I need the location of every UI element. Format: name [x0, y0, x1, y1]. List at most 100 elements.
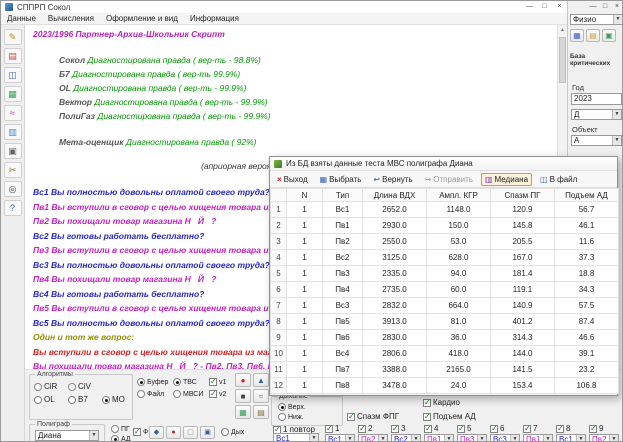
mode-radio-mvsi[interactable]: МВСИ — [173, 390, 203, 398]
cardio-checkbox[interactable]: Кардио — [423, 398, 460, 407]
data-window-titlebar[interactable]: Из БД взяты данные теста МВС полиграфа Д… — [270, 157, 617, 171]
sequence-checkbox[interactable]: 4 — [424, 424, 438, 433]
col-n[interactable]: N — [287, 189, 323, 202]
channel-radio-pg[interactable]: ПГ — [111, 425, 131, 433]
sidebar-tool-icon[interactable]: ▣ — [4, 143, 22, 159]
physio-select[interactable]: Физио▼ — [570, 14, 623, 25]
maximize-button[interactable]: □ — [537, 1, 552, 13]
menu-data[interactable]: Данные — [1, 14, 42, 23]
algo-radio-civ[interactable]: CiV — [68, 382, 102, 391]
table-row[interactable]: 3 1 Пв2 2550.0 53.0 205.5 11.6 — [271, 234, 619, 250]
breathing-radio-upper[interactable]: Верх. — [278, 403, 342, 411]
right-maximize-button[interactable]: □ — [599, 1, 611, 13]
sequence-checkbox[interactable]: 9 — [589, 424, 603, 433]
sequence-select[interactable]: Пв1▼ — [424, 434, 454, 442]
algo-radio-b7[interactable]: B7 — [68, 395, 102, 404]
sequence-checkbox[interactable]: 6 — [490, 424, 504, 433]
data-toolbar-button[interactable]: ↩ Вернуть — [369, 173, 416, 186]
polygraph-select[interactable]: Диана▼ — [35, 430, 99, 441]
col-type[interactable]: Тип — [323, 189, 363, 202]
right-minimize-button[interactable]: — — [587, 1, 599, 13]
table-row[interactable]: 4 1 Вс2 3125.0 628.0 167.0 37.3 — [271, 250, 619, 266]
table-row[interactable]: 2 1 Пв1 2930.0 150.0 145.8 46.1 — [271, 218, 619, 234]
sequence-select[interactable]: Вс1▼ — [556, 434, 586, 442]
table-row[interactable]: 12 1 Пв8 3478.0 24.0 153.4 106.8 — [271, 378, 619, 394]
right-tool-button[interactable]: ▤ — [586, 29, 600, 42]
f-checkbox[interactable]: Ф — [133, 428, 148, 436]
breath-radio[interactable]: Дых — [221, 428, 244, 436]
algo-radio-ol[interactable]: OL — [34, 395, 68, 404]
data-toolbar-button[interactable]: ▥ Медиана — [481, 173, 532, 186]
sequence-select[interactable]: Пв3▼ — [457, 434, 487, 442]
menu-appearance[interactable]: Оформление и вид — [100, 14, 184, 23]
menu-info[interactable]: Информация — [184, 14, 245, 23]
sidebar-tool-icon[interactable]: ◎ — [4, 181, 22, 197]
v1-checkbox[interactable]: v1 — [209, 378, 226, 386]
algo-radio-cir[interactable]: CiR — [34, 382, 68, 391]
data-toolbar-button[interactable]: ◫ В файл — [536, 173, 581, 186]
sequence-checkbox[interactable]: 5 — [457, 424, 471, 433]
channel-radio-ad[interactable]: АД — [111, 435, 131, 442]
document-select[interactable]: Д▼ — [571, 109, 622, 120]
table-row[interactable]: 8 1 Пв5 3913.0 81.0 401.2 87.4 — [271, 314, 619, 330]
sidebar-tool-icon[interactable]: ▦ — [4, 86, 22, 102]
sequence-checkbox[interactable]: 3 — [391, 424, 405, 433]
col-breath-length[interactable]: Длина ВДХ — [363, 189, 427, 202]
sequence-select[interactable]: Пв1▼ — [523, 434, 553, 442]
table-row[interactable]: 9 1 Пв6 2830.0 36.0 314.3 46.6 — [271, 330, 619, 346]
panel-icon-button[interactable]: ■ — [235, 389, 251, 403]
sidebar-tool-icon[interactable]: ▥ — [4, 124, 22, 140]
spasm-fpg-checkbox[interactable]: Спазм ФПГ — [347, 412, 399, 421]
table-row[interactable]: 10 1 Вс4 2806.0 418.0 144.0 39.1 — [271, 346, 619, 362]
object-select[interactable]: А▼ — [571, 135, 622, 146]
sequence-select[interactable]: Пв2▼ — [589, 434, 619, 442]
algo-radio-mo[interactable]: MO — [102, 395, 125, 404]
sequence-select[interactable]: Вс2▼ — [391, 434, 421, 442]
ad-rise-checkbox[interactable]: Подъем АД — [423, 412, 476, 421]
panel-icon-button[interactable]: ▲ — [253, 373, 269, 387]
sequence-select[interactable]: Пв2▼ — [358, 434, 388, 442]
panel-icon-button[interactable]: ● — [235, 373, 251, 387]
panel-icon-button[interactable]: ≈ — [253, 389, 269, 403]
sidebar-tool-icon[interactable]: ≈ — [4, 105, 22, 121]
year-field[interactable]: 2023 — [571, 93, 622, 105]
sidebar-tool-icon[interactable]: ✎ — [4, 29, 22, 45]
sequence-select[interactable]: Вс3▼ — [490, 434, 520, 442]
sequence-checkbox[interactable]: 7 — [523, 424, 537, 433]
sequence-checkbox[interactable]: 2 — [358, 424, 372, 433]
right-tool-button[interactable]: ▦ — [570, 29, 584, 42]
sidebar-tool-icon[interactable]: ▤ — [4, 48, 22, 64]
sequence-checkbox[interactable]: 1 — [325, 424, 339, 433]
panel-icon-button[interactable]: ▤ — [253, 405, 269, 419]
v2-checkbox[interactable]: v2 — [209, 390, 226, 398]
data-toolbar-button[interactable]: ▦ Выбрать — [316, 173, 366, 186]
col-kgr-amplitude[interactable]: Ампл. КГР — [427, 189, 491, 202]
right-tool-button[interactable]: ▣ — [602, 29, 616, 42]
source-radio-buffer[interactable]: Буфер — [137, 378, 168, 386]
source-radio-file[interactable]: Файл — [137, 390, 168, 398]
sidebar-tool-icon[interactable]: ✂ — [4, 162, 22, 178]
data-toolbar-button[interactable]: ↪ Отправить — [421, 173, 477, 186]
sequence-checkbox[interactable]: 8 — [556, 424, 570, 433]
table-row[interactable]: 1 1 Вс1 2652.0 1148.0 120.9 56.7 — [271, 202, 619, 218]
close-button[interactable]: × — [552, 1, 567, 13]
sidebar-tool-icon[interactable]: ◫ — [4, 67, 22, 83]
col-ad-rise[interactable]: Подъем АД — [555, 189, 619, 202]
col-pg-spasm[interactable]: Спазм ПГ — [491, 189, 555, 202]
scroll-up-icon[interactable]: ▲ — [558, 25, 567, 35]
scroll-thumb[interactable] — [559, 37, 566, 83]
mode-radio-tvs[interactable]: ТВС — [173, 378, 203, 386]
table-row[interactable]: 7 1 Вс3 2832.0 664.0 140.9 57.5 — [271, 298, 619, 314]
repeat-select[interactable]: Вс1▼ — [273, 433, 319, 442]
minimize-button[interactable]: — — [522, 1, 537, 13]
sidebar-tool-icon[interactable]: ? — [4, 200, 22, 216]
mini-icon-button[interactable]: ▣ — [200, 426, 215, 439]
table-row[interactable]: 6 1 Пв4 2735.0 60.0 119.1 34.3 — [271, 282, 619, 298]
mini-icon-button[interactable]: ▢ — [183, 426, 198, 439]
panel-icon-button[interactable]: ▦ — [235, 405, 251, 419]
table-row[interactable]: 5 1 Пв3 2335.0 94.0 181.4 18.8 — [271, 266, 619, 282]
mini-icon-button[interactable]: ● — [166, 426, 181, 439]
breathing-radio-lower[interactable]: Ниж. — [278, 413, 342, 421]
menu-calculations[interactable]: Вычисления — [42, 14, 100, 23]
data-toolbar-button[interactable]: × Выход — [273, 173, 312, 186]
